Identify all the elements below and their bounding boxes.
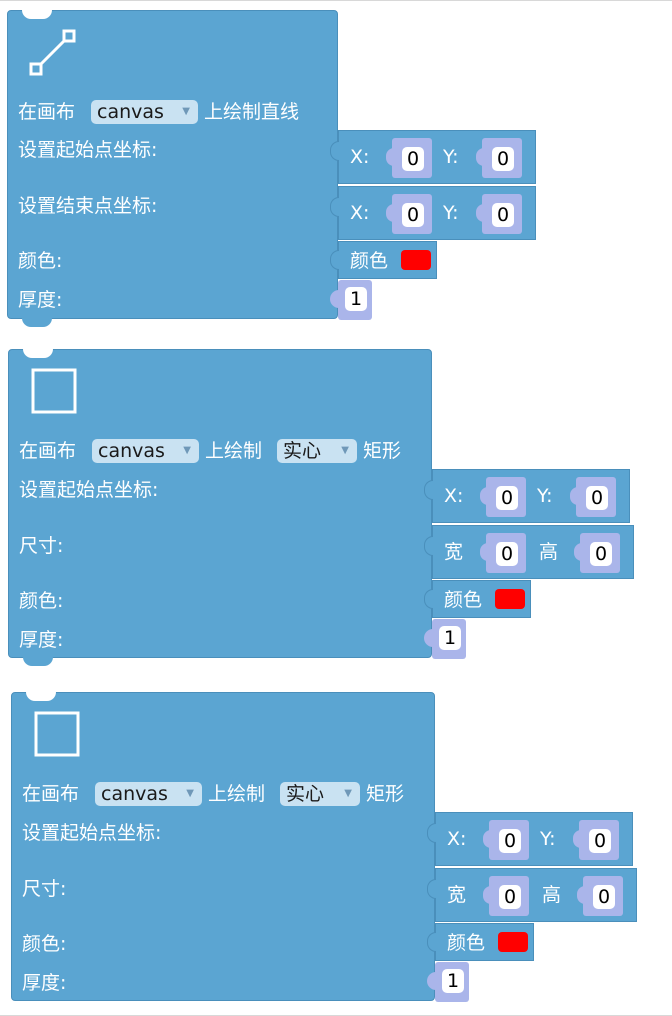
fill-mode-value: 实心 bbox=[283, 440, 322, 462]
canvas-dropdown-value: canvas bbox=[98, 440, 165, 462]
thickness-value-block[interactable]: 1 bbox=[427, 962, 469, 1002]
color-value-block[interactable]: 颜色 bbox=[330, 241, 437, 279]
y-label: Y: bbox=[443, 202, 459, 224]
thickness-label: 厚度: bbox=[18, 289, 63, 311]
size-label: 尺寸: bbox=[19, 535, 64, 557]
dropdown-arrow-icon: ▼ bbox=[341, 445, 349, 456]
size-block[interactable]: 宽 0 高 0 bbox=[427, 868, 637, 922]
thickness-value-block[interactable]: 1 bbox=[424, 619, 466, 659]
block-prefix: 在画布 bbox=[22, 783, 80, 805]
fill-mode-value: 实心 bbox=[286, 783, 325, 805]
dropdown-arrow-icon: ▼ bbox=[186, 788, 194, 799]
canvas-dropdown-value: canvas bbox=[101, 783, 168, 805]
start-x-input[interactable]: 0 bbox=[496, 486, 518, 510]
color-word: 颜色 bbox=[350, 250, 389, 272]
height-input[interactable]: 0 bbox=[590, 542, 612, 566]
draw-line-block[interactable]: 在画布 canvas ▼ 上绘制直线 设置起始点坐标: 设置结束点坐标: 颜色: … bbox=[7, 10, 338, 327]
thickness-label: 厚度: bbox=[19, 629, 64, 651]
start-point-label: 设置起始点坐标: bbox=[19, 479, 159, 501]
fill-mode-dropdown[interactable]: 实心 ▼ bbox=[277, 439, 357, 463]
thickness-label: 厚度: bbox=[22, 972, 67, 994]
block-prefix: 在画布 bbox=[18, 101, 76, 123]
block-mid: 上绘制 bbox=[208, 783, 266, 805]
color-value-block[interactable]: 颜色 bbox=[427, 923, 534, 961]
thickness-input[interactable]: 1 bbox=[442, 969, 464, 993]
rectangle-tool-icon bbox=[31, 368, 77, 414]
start-y-input[interactable]: 0 bbox=[589, 829, 611, 853]
color-label: 颜色: bbox=[22, 933, 67, 955]
width-label: 宽 bbox=[447, 884, 467, 906]
height-label: 高 bbox=[542, 884, 562, 906]
x-label: X: bbox=[350, 146, 370, 168]
start-point-coord-block[interactable]: X: 0 Y: 0 bbox=[427, 812, 633, 866]
y-label: Y: bbox=[540, 828, 556, 850]
color-swatch[interactable] bbox=[401, 250, 431, 270]
x-label: X: bbox=[350, 202, 370, 224]
draw-rect-block[interactable]: 在画布 canvas ▼ 上绘制 实心 ▼ 矩形 设置起始点坐标: 尺寸: 颜色: … bbox=[11, 692, 435, 1001]
line-tool-icon bbox=[29, 29, 76, 76]
start-x-input[interactable]: 0 bbox=[402, 147, 424, 171]
start-y-input[interactable]: 0 bbox=[492, 147, 514, 171]
canvas-dropdown[interactable]: canvas ▼ bbox=[92, 439, 199, 463]
block-suffix: 矩形 bbox=[363, 440, 402, 462]
start-point-coord-block[interactable]: X: 0 Y: 0 bbox=[424, 469, 630, 523]
size-block[interactable]: 宽 0 高 0 bbox=[424, 525, 634, 579]
color-word: 颜色 bbox=[444, 589, 483, 611]
end-x-input[interactable]: 0 bbox=[402, 203, 424, 227]
dropdown-arrow-icon: ▼ bbox=[183, 445, 191, 456]
canvas-dropdown-value: canvas bbox=[97, 101, 164, 123]
dropdown-arrow-icon: ▼ bbox=[182, 106, 190, 117]
color-label: 颜色: bbox=[19, 590, 64, 612]
end-point-label: 设置结束点坐标: bbox=[18, 195, 158, 217]
block-suffix: 上绘制直线 bbox=[204, 101, 300, 123]
draw-rect-block[interactable]: 在画布 canvas ▼ 上绘制 实心 ▼ 矩形 设置起始点坐标: 尺寸: 颜色: … bbox=[8, 349, 432, 666]
end-point-coord-block[interactable]: X: 0 Y: 0 bbox=[330, 186, 536, 240]
color-swatch[interactable] bbox=[495, 589, 525, 609]
height-input[interactable]: 0 bbox=[593, 885, 615, 909]
block-suffix: 矩形 bbox=[366, 783, 405, 805]
start-point-label: 设置起始点坐标: bbox=[22, 822, 162, 844]
width-label: 宽 bbox=[444, 541, 464, 563]
y-label: Y: bbox=[537, 485, 553, 507]
end-y-input[interactable]: 0 bbox=[492, 203, 514, 227]
block-mid: 上绘制 bbox=[205, 440, 263, 462]
rectangle-tool-icon bbox=[34, 711, 80, 757]
width-input[interactable]: 0 bbox=[496, 542, 518, 566]
thickness-input[interactable]: 1 bbox=[345, 287, 367, 311]
x-label: X: bbox=[447, 828, 467, 850]
color-swatch[interactable] bbox=[498, 932, 528, 952]
height-label: 高 bbox=[539, 541, 559, 563]
start-y-input[interactable]: 0 bbox=[586, 486, 608, 510]
start-point-coord-block[interactable]: X: 0 Y: 0 bbox=[330, 130, 536, 184]
canvas-dropdown[interactable]: canvas ▼ bbox=[91, 100, 198, 124]
color-word: 颜色 bbox=[447, 932, 486, 954]
color-value-block[interactable]: 颜色 bbox=[424, 580, 531, 618]
thickness-value-block[interactable]: 1 bbox=[330, 280, 372, 320]
start-point-label: 设置起始点坐标: bbox=[18, 139, 158, 161]
dropdown-arrow-icon: ▼ bbox=[344, 788, 352, 799]
width-input[interactable]: 0 bbox=[499, 885, 521, 909]
block-prefix: 在画布 bbox=[19, 440, 77, 462]
thickness-input[interactable]: 1 bbox=[439, 626, 461, 650]
canvas-dropdown[interactable]: canvas ▼ bbox=[95, 782, 202, 806]
y-label: Y: bbox=[443, 146, 459, 168]
x-label: X: bbox=[444, 485, 464, 507]
color-label: 颜色: bbox=[18, 250, 63, 272]
start-x-input[interactable]: 0 bbox=[499, 829, 521, 853]
size-label: 尺寸: bbox=[22, 878, 67, 900]
fill-mode-dropdown[interactable]: 实心 ▼ bbox=[280, 782, 360, 806]
